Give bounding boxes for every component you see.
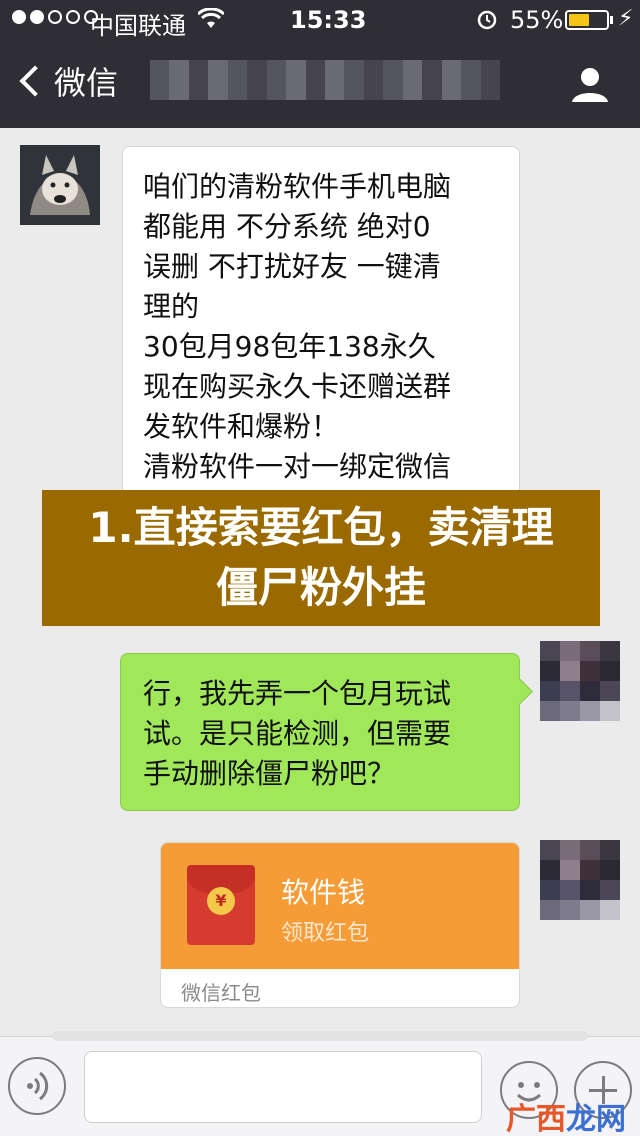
- clock-time: 15:33: [290, 6, 367, 34]
- outgoing-message-bubble[interactable]: 行，我先弄一个包月玩试 试。是只能检测，但需要 手动删除僵尸粉吧？: [120, 653, 520, 811]
- watermark-part-2: 龙网: [566, 1102, 626, 1136]
- message-text-line: 清粉软件一对一绑定微信: [143, 450, 452, 483]
- site-watermark: 广西龙网: [506, 1094, 626, 1136]
- message-text-line: 30包月98包年138永久: [143, 330, 436, 363]
- message-text-line: 理的: [143, 290, 200, 323]
- message-text-line: 都能用 不分系统 绝对0: [143, 210, 431, 243]
- voice-button[interactable]: [8, 1057, 66, 1115]
- back-button-label: 微信: [54, 64, 119, 102]
- my-avatar[interactable]: [540, 840, 620, 920]
- alarm-icon: [476, 8, 498, 36]
- carrier-name: 中国联通: [90, 12, 186, 40]
- message-text-line: 手动删除僵尸粉吧？: [143, 757, 396, 790]
- message-text-line: 行，我先弄一个包月玩试: [143, 677, 452, 710]
- wifi-icon: [196, 7, 226, 36]
- red-packet-body: ¥ 软件钱 领取红包: [161, 843, 519, 969]
- message-text-line: 误删 不打扰好友 一键清: [143, 250, 441, 283]
- battery-tip: [610, 16, 613, 24]
- partial-message-bubble: [52, 1031, 588, 1041]
- red-packet-title: 软件钱: [281, 876, 366, 909]
- chat-header: 微信: [0, 40, 640, 128]
- red-packet-subtitle: 领取红包: [281, 921, 370, 946]
- my-avatar[interactable]: [540, 641, 620, 721]
- signal-dots-icon: [12, 10, 98, 24]
- watermark-part-1: 广西: [506, 1102, 566, 1136]
- back-button[interactable]: 微信: [14, 58, 118, 104]
- battery-icon: [565, 10, 609, 30]
- message-text-line: 试。是只能检测，但需要: [143, 717, 452, 750]
- chat-info-button[interactable]: [570, 64, 610, 104]
- annotation-line-2: 僵尸粉外挂: [215, 563, 426, 612]
- message-input[interactable]: [84, 1051, 482, 1123]
- chevron-left-icon: [19, 65, 51, 97]
- red-packet-footer: 微信红包: [181, 981, 261, 1005]
- red-envelope-icon: ¥: [187, 865, 255, 945]
- red-packet-message[interactable]: ¥ 软件钱 领取红包 微信红包: [160, 842, 520, 1008]
- contact-avatar[interactable]: [20, 145, 100, 225]
- annotation-banner: 1.直接索要红包，卖清理 僵尸粉外挂: [42, 490, 600, 626]
- status-bar: 中国联通 15:33 55% ⚡: [0, 0, 640, 40]
- chat-title-pixelated: [150, 60, 500, 100]
- person-icon: [572, 68, 608, 102]
- battery-percentage: 55%: [510, 6, 564, 34]
- charging-bolt-icon: ⚡: [618, 6, 634, 31]
- message-text-line: 发软件和爆粉！: [143, 410, 340, 443]
- annotation-line-1: 1.直接索要红包，卖清理: [88, 503, 554, 552]
- message-text-line: 现在购买永久卡还赠送群: [143, 370, 452, 403]
- message-text-line: 咱们的清粉软件手机电脑: [143, 170, 452, 203]
- yuan-coin-icon: ¥: [207, 887, 235, 915]
- incoming-message-bubble[interactable]: 咱们的清粉软件手机电脑 都能用 不分系统 绝对0 误删 不打扰好友 一键清 理的…: [122, 146, 520, 496]
- voice-icon: [27, 1071, 49, 1101]
